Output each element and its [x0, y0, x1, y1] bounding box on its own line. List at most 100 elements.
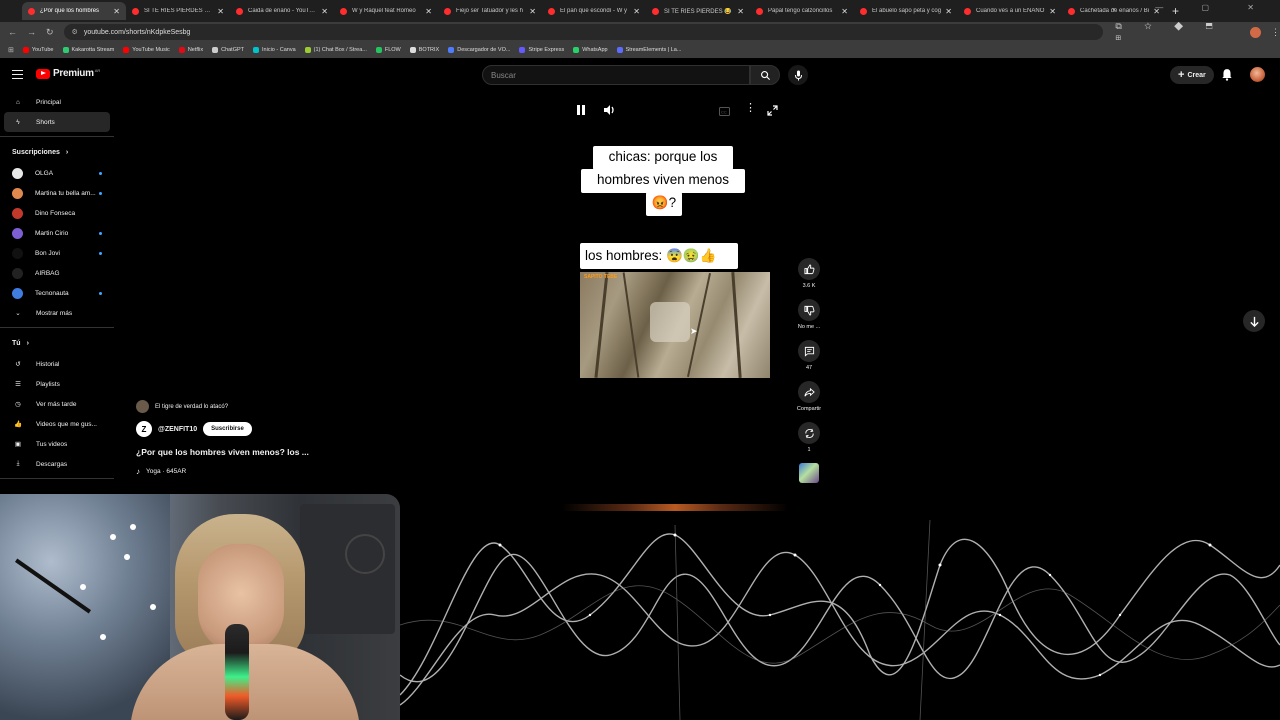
more-options-icon[interactable]: ⋮	[745, 103, 756, 114]
bookmark-item[interactable]: StreamElements | La...	[616, 47, 682, 53]
close-tab-icon[interactable]: ✕	[945, 7, 952, 16]
sidebar-item[interactable]: ⤓ Descargas	[0, 454, 118, 474]
comments-button[interactable]	[798, 340, 820, 362]
account-avatar[interactable]	[1250, 67, 1265, 82]
dislike-button[interactable]	[798, 299, 820, 321]
search-button[interactable]	[750, 65, 780, 85]
video-tree	[622, 272, 640, 378]
close-tab-icon[interactable]: ✕	[737, 7, 744, 16]
apps-grid-icon[interactable]: ⊞	[8, 46, 14, 54]
create-button[interactable]: + Crear	[1170, 66, 1214, 84]
browser-tab[interactable]: Caida de enano - YouTube ✕	[230, 2, 334, 20]
url-text: youtube.com/shorts/nKdpkeSesbg	[83, 28, 191, 36]
close-tab-icon[interactable]: ✕	[841, 7, 848, 16]
browser-tab[interactable]: Fiejo ser Tatuador y les h ✕	[438, 2, 542, 20]
channel-avatar	[12, 287, 23, 299]
window-controls[interactable]: ⌄ — ▢ ✕	[1110, 3, 1272, 12]
bookmark-item[interactable]: Inicio - Canva	[253, 47, 296, 53]
sidebar-item[interactable]: ◷ Ver más tarde	[0, 394, 118, 414]
browser-tab[interactable]: SI TE RÍES PIERDES NIVEL ✕	[126, 2, 230, 20]
sidebar-item[interactable]: OLGA	[0, 163, 118, 183]
youtube-favicon-icon	[28, 7, 35, 15]
browser-tab[interactable]: ¿Por que los hombres ✕	[22, 2, 126, 20]
bookmark-item[interactable]: YouTube Music	[123, 47, 170, 53]
menu-icon[interactable]	[12, 70, 23, 79]
bookmark-label: FLOW	[384, 47, 401, 53]
url-field[interactable]: ⚙ youtube.com/shorts/nKdpkeSesbg	[63, 24, 1104, 40]
youtube-favicon-icon	[964, 7, 971, 15]
browser-menu-icon[interactable]: ⋮	[1271, 27, 1280, 38]
sidebar-item[interactable]: ↺ Historial	[0, 354, 118, 374]
bookmark-item[interactable]: FLOW	[375, 47, 401, 53]
youtube-logo[interactable]: Premium AR	[36, 68, 100, 79]
sidebar-item-label: Videos que me gus...	[36, 420, 97, 428]
sound-thumbnail[interactable]	[799, 463, 819, 483]
browser-tab[interactable]: Cuando ves a un ENANO ✕	[958, 2, 1062, 20]
browser-tab[interactable]: Papal tengo calzoncillos ✕	[750, 2, 854, 20]
bookmark-item[interactable]: Descargador de VO...	[448, 47, 510, 53]
sidebar-item[interactable]: Dino Fonseca	[0, 203, 118, 223]
bookmark-label: StreamElements | La...	[625, 47, 682, 53]
volume-button[interactable]	[603, 103, 616, 121]
short-video-frame[interactable]: SAPITO TEBE ➤	[580, 272, 770, 378]
shorts-icon: ϟ	[16, 118, 20, 126]
sidebar-item[interactable]: 👍 Videos que me gus...	[0, 414, 118, 434]
close-tab-icon[interactable]: ✕	[113, 7, 120, 16]
sidebar-item[interactable]: ⌂ Principal	[0, 92, 118, 112]
bookmark-item[interactable]: BOTRIX	[409, 47, 439, 53]
you-heading[interactable]: Tú ›	[0, 332, 118, 354]
notifications-bell-icon[interactable]	[1221, 68, 1233, 81]
bookmark-item[interactable]: (1) Chat Box / Strea...	[304, 47, 367, 53]
search-input[interactable]: Buscar	[482, 65, 750, 85]
close-tab-icon[interactable]: ✕	[321, 7, 328, 16]
fullscreen-button[interactable]	[767, 103, 778, 121]
sidebar-item[interactable]: Martin Cirio	[0, 223, 118, 243]
forward-icon[interactable]: →	[27, 27, 36, 37]
browser-tab[interactable]: El pan que escondí - W y ✕	[542, 2, 646, 20]
bookmark-item[interactable]: YouTube	[22, 47, 54, 53]
logo-region: AR	[94, 67, 101, 73]
reload-icon[interactable]: ↻	[46, 27, 54, 38]
sidebar-item[interactable]: Bon Jovi	[0, 243, 118, 263]
subscribe-button[interactable]: Suscribirse	[203, 422, 252, 436]
browser-toolbar-icons[interactable]: ⧉ ☆ ◆ ⬒ ⊞	[1115, 21, 1248, 43]
bookmark-label: (1) Chat Box / Strea...	[313, 47, 367, 53]
site-info-icon[interactable]: ⚙	[72, 28, 78, 36]
close-tab-icon[interactable]: ✕	[217, 7, 224, 16]
sidebar-item[interactable]: Martina tu bella am...	[0, 183, 118, 203]
browser-tab[interactable]: El abuelo sapo peta y cog ✕	[854, 2, 958, 20]
sidebar-item[interactable]: ▣ Tus videos	[0, 434, 118, 454]
channel-avatar[interactable]: Z	[136, 421, 152, 437]
sidebar-item[interactable]: ☰ Playlists	[0, 374, 118, 394]
close-tab-icon[interactable]: ✕	[633, 7, 640, 16]
sidebar-item[interactable]: ϟ Shorts	[4, 112, 110, 132]
voice-search-button[interactable]	[788, 65, 808, 85]
pause-button[interactable]	[576, 103, 586, 121]
bookmark-item[interactable]: Netflix	[178, 47, 203, 53]
subscriptions-heading[interactable]: Suscripciones ›	[0, 141, 118, 163]
browser-tab[interactable]: SI TE RÍES PIERDES 😂 ✕	[646, 2, 750, 20]
captions-button[interactable]: CC	[719, 103, 730, 121]
bookmark-item[interactable]: Kakarotta Stream	[62, 47, 114, 53]
bookmark-item[interactable]: Stripe Express	[519, 47, 564, 53]
browser-tab[interactable]: W y Raquel feat Romeo ✕	[334, 2, 438, 20]
close-tab-icon[interactable]: ✕	[529, 7, 536, 16]
close-tab-icon[interactable]: ✕	[1049, 7, 1056, 16]
short-title[interactable]: ¿Por que los hombres viven menos? los ..…	[136, 447, 309, 457]
sound-row[interactable]: ♪ Yoga · 645AR	[136, 467, 309, 476]
bookmark-favicon-icon	[304, 47, 311, 53]
bookmark-item[interactable]: ChatGPT	[212, 47, 244, 53]
like-button[interactable]	[798, 258, 820, 280]
bookmark-item[interactable]: WhatsApp	[573, 47, 608, 53]
channel-name[interactable]: @ZENFIT10	[158, 426, 197, 433]
browser-profile-avatar[interactable]	[1250, 26, 1261, 38]
remix-button[interactable]	[798, 422, 820, 444]
sidebar-item[interactable]: AIRBAG	[0, 263, 118, 283]
share-button[interactable]	[798, 381, 820, 403]
back-icon[interactable]: ←	[8, 27, 17, 37]
next-short-button[interactable]	[1243, 310, 1265, 332]
close-tab-icon[interactable]: ✕	[425, 7, 432, 16]
sidebar-item[interactable]: Tecnonauta	[0, 283, 118, 303]
suggested-search-chip[interactable]: El tigre de verdad lo atacó?	[136, 400, 309, 413]
show-more-button[interactable]: ⌄ Mostrar más	[0, 303, 118, 323]
